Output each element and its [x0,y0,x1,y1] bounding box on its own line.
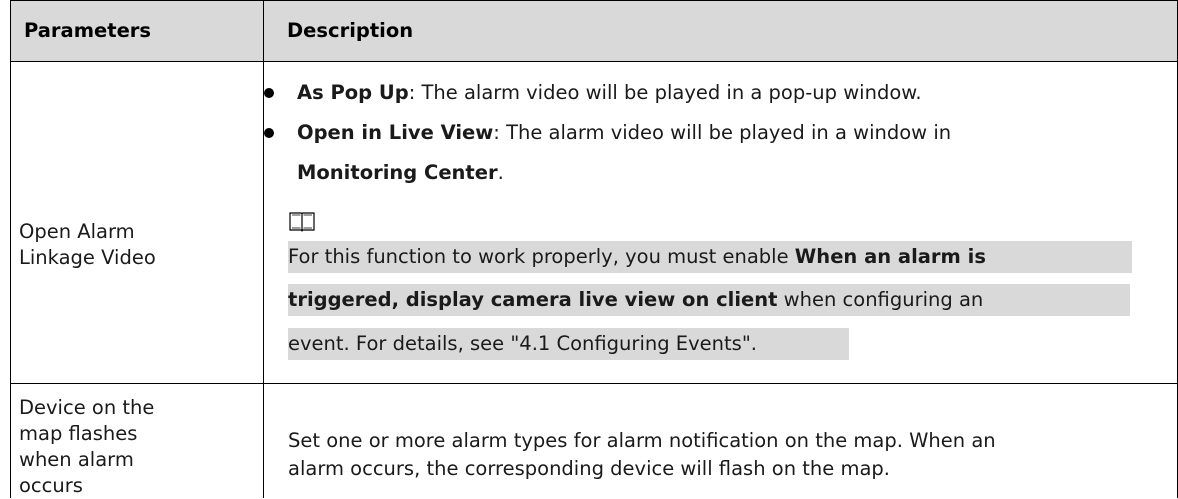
note-bold: triggered, display camera live view on c… [288,288,778,311]
bullet-text: : The alarm video will be played in a po… [408,81,922,104]
description-line: Set one or more alarm types for alarm no… [288,429,996,452]
table-header [10,0,1178,61]
bullet-term: Open in Live View [297,121,494,144]
note-line: event. For details, see "4.1 Configuring… [288,328,757,360]
parameter-name: Open Alarm Linkage Video [19,220,156,269]
bullet-item-as-pop-up: As Pop Up: The alarm video will be playe… [297,78,922,108]
row-divider [10,383,1178,384]
book-icon [288,210,316,238]
bullet-text: . [497,161,504,184]
table-left-border [10,0,11,498]
header-bottom-border [10,61,1178,62]
description-line: alarm occurs, the corresponding device w… [288,457,890,480]
parameters-table: Parameters Description Open Alarm Linkag… [10,0,1178,498]
note-text: event. For details, see "4.1 Configuring… [288,332,757,355]
note-bold: When an alarm is [794,245,986,268]
note-line: triggered, display camera live view on c… [288,284,983,316]
table-top-border [10,0,1178,1]
column-divider [263,0,264,498]
bullet-term: As Pop Up [297,81,409,104]
header-description: Description [287,19,414,42]
bullet-icon [264,88,274,98]
bullet-term: Monitoring Center [297,161,498,184]
note-line: For this function to work properly, you … [288,241,986,273]
bullet-continuation: Monitoring Center. [297,158,504,188]
parameter-name: Device on the map flashes when alarm occ… [19,396,155,497]
bullet-text: : The alarm video will be played in a wi… [493,121,952,144]
note-text: For this function to work properly, you … [288,245,795,268]
bullet-icon [264,128,274,138]
note-text: when configuring an [777,288,984,311]
header-parameters: Parameters [24,19,152,42]
bullet-item-open-in-live-view: Open in Live View: The alarm video will … [297,118,951,148]
